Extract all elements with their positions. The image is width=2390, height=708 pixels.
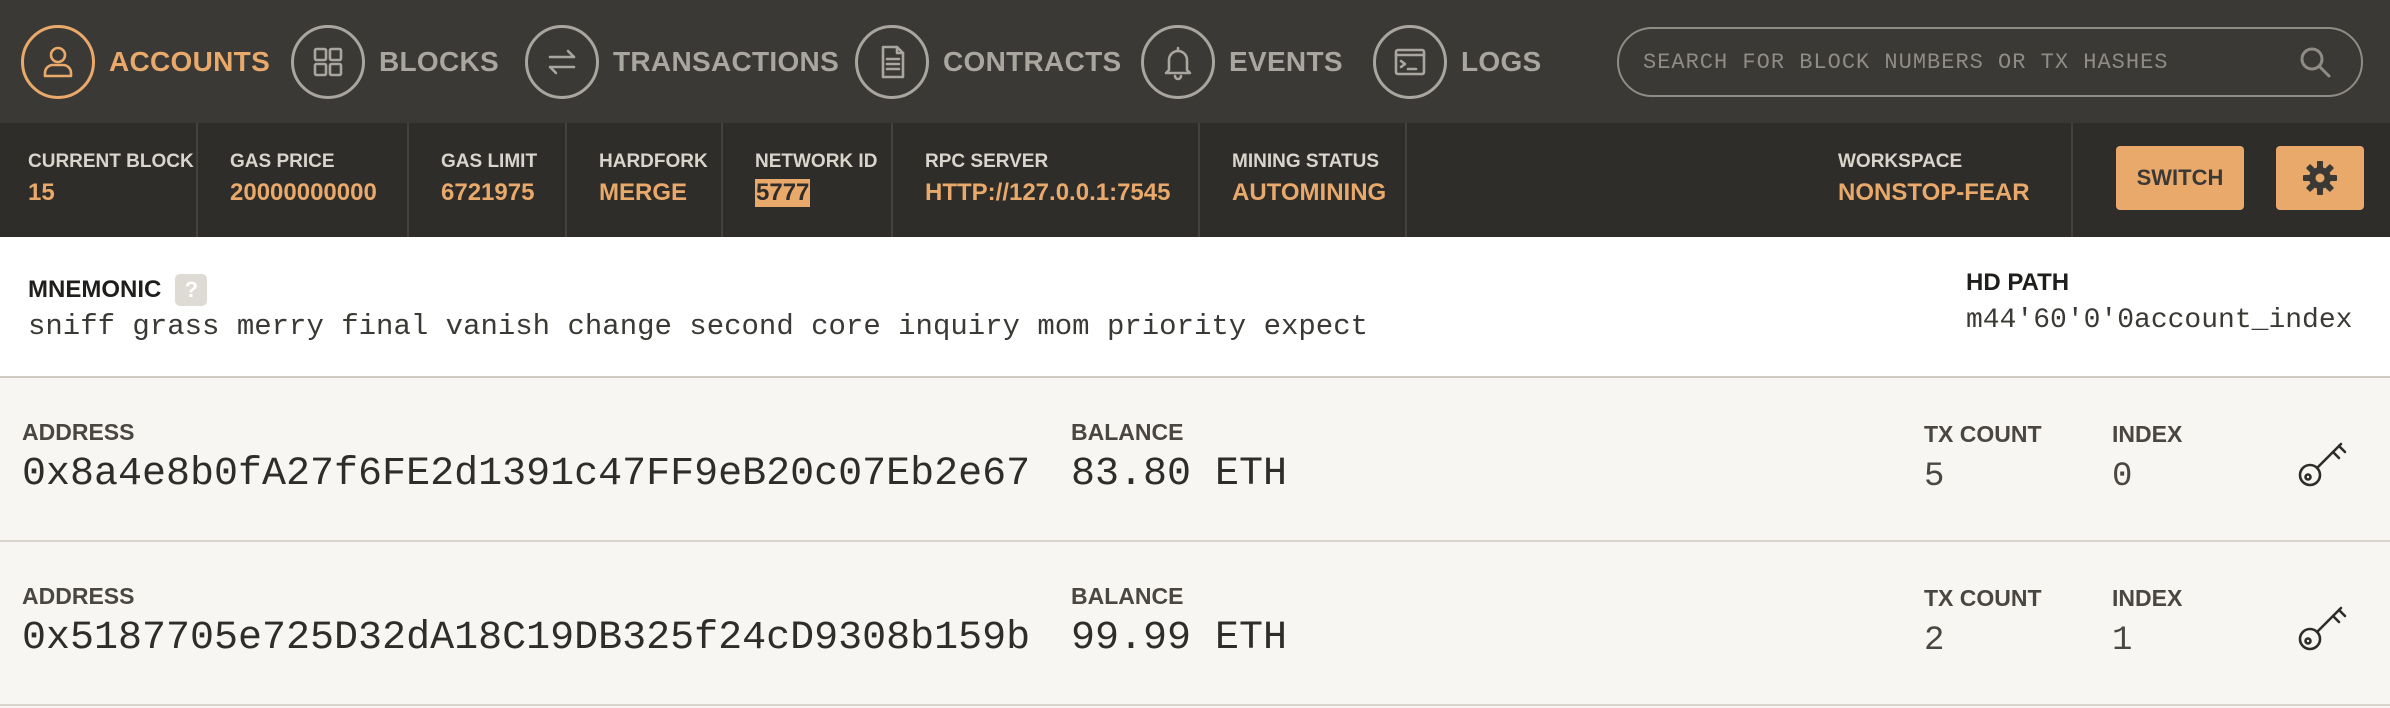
mnemonic-label: MNEMONIC bbox=[28, 276, 162, 303]
account-row[interactable]: ADDRESS 0x8a4e8b0fA27f6FE2d1391c47FF9eB2… bbox=[0, 378, 2390, 542]
gas-price-label: GAS PRICE bbox=[230, 151, 335, 172]
mining-status-stat: MINING STATUS AUTOMINING bbox=[1200, 123, 1407, 237]
switch-workspace-button[interactable]: SWITCH bbox=[2116, 146, 2244, 210]
search-input[interactable] bbox=[1643, 49, 2297, 75]
grid-icon bbox=[291, 25, 365, 99]
network-id-value: 5777 bbox=[755, 179, 811, 207]
network-id-stat: NETWORK ID 5777 bbox=[723, 123, 893, 237]
rpc-server-label: RPC SERVER bbox=[925, 151, 1049, 172]
workspace-label: WORKSPACE bbox=[1838, 151, 1963, 172]
workspace-value: NONSTOP-FEAR bbox=[1838, 179, 2030, 206]
search-icon[interactable] bbox=[2297, 44, 2333, 80]
gas-price-stat: GAS PRICE 20000000000 bbox=[198, 123, 409, 237]
nav-logs-label: LOGS bbox=[1461, 46, 1542, 77]
address-label: ADDRESS bbox=[22, 583, 135, 609]
status-bar: CURRENT BLOCK 15 GAS PRICE 20000000000 G… bbox=[0, 123, 2390, 237]
mnemonic-heading: MNEMONIC ? bbox=[28, 274, 208, 306]
index-label: INDEX bbox=[2112, 421, 2183, 447]
gas-limit-label: GAS LIMIT bbox=[441, 151, 538, 172]
tx-count-label: TX COUNT bbox=[1924, 421, 2042, 447]
nav-transactions-label: TRANSACTIONS bbox=[613, 46, 840, 77]
hardfork-stat: HARDFORK MERGE bbox=[567, 123, 723, 237]
nav-blocks-label: BLOCKS bbox=[379, 46, 500, 77]
mining-status-label: MINING STATUS bbox=[1232, 151, 1380, 172]
key-icon bbox=[2298, 442, 2347, 487]
mnemonic-words: sniff grass merry final vanish change se… bbox=[28, 310, 1369, 343]
tx-count-value: 5 bbox=[1924, 458, 1945, 496]
address-label: ADDRESS bbox=[22, 419, 135, 445]
nav-transactions[interactable]: TRANSACTIONS bbox=[525, 25, 839, 99]
gear-icon bbox=[2303, 161, 2337, 195]
network-id-label: NETWORK ID bbox=[755, 151, 878, 172]
current-block-label: CURRENT BLOCK bbox=[28, 151, 194, 172]
nav-contracts[interactable]: CONTRACTS bbox=[855, 25, 1121, 99]
show-keys-button[interactable] bbox=[2295, 594, 2355, 654]
nav-events[interactable]: EVENTS bbox=[1141, 25, 1343, 99]
account-balance: 83.80 ETH bbox=[1071, 452, 1288, 497]
bell-icon bbox=[1141, 25, 1215, 99]
rpc-server-stat: RPC SERVER HTTP://127.0.0.1:7545 bbox=[893, 123, 1200, 237]
nav-contracts-label: CONTRACTS bbox=[943, 46, 1122, 77]
mining-status-value: AUTOMINING bbox=[1232, 179, 1387, 206]
nav-blocks[interactable]: BLOCKS bbox=[291, 25, 499, 99]
document-icon bbox=[855, 25, 929, 99]
nav-logs[interactable]: LOGS bbox=[1373, 25, 1542, 99]
index-value: 1 bbox=[2112, 622, 2133, 660]
mnemonic-panel: MNEMONIC ? sniff grass merry final vanis… bbox=[0, 237, 2390, 378]
account-balance: 99.99 ETH bbox=[1071, 616, 1288, 661]
hardfork-label: HARDFORK bbox=[599, 151, 708, 172]
terminal-icon bbox=[1373, 25, 1447, 99]
index-label: INDEX bbox=[2112, 585, 2183, 611]
hd-path-value: m44'60'0'0account_index bbox=[1966, 305, 2353, 336]
hd-path-label: HD PATH bbox=[1966, 269, 2070, 296]
nav-accounts[interactable]: ACCOUNTS bbox=[21, 25, 270, 99]
workspace-stat: WORKSPACE NONSTOP-FEAR bbox=[1808, 123, 2073, 237]
current-block-stat: CURRENT BLOCK 15 bbox=[0, 123, 198, 237]
tx-count-value: 2 bbox=[1924, 622, 1945, 660]
show-keys-button[interactable] bbox=[2295, 430, 2355, 490]
swap-arrows-icon bbox=[525, 25, 599, 99]
account-row[interactable]: ADDRESS 0x5187705e725D32dA18C19DB325f24c… bbox=[0, 542, 2390, 706]
gas-price-value: 20000000000 bbox=[230, 179, 377, 206]
settings-button[interactable] bbox=[2276, 146, 2364, 210]
balance-label: BALANCE bbox=[1071, 583, 1184, 609]
nav-events-label: EVENTS bbox=[1229, 46, 1343, 77]
current-block-value: 15 bbox=[28, 179, 55, 206]
help-icon[interactable]: ? bbox=[175, 274, 208, 306]
key-icon bbox=[2298, 606, 2347, 651]
search-bar bbox=[1617, 27, 2363, 97]
index-value: 0 bbox=[2112, 458, 2133, 496]
gas-limit-stat: GAS LIMIT 6721975 bbox=[409, 123, 567, 237]
top-navigation: ACCOUNTS BLOCKS TRANSACTIONS CONTRACTS E… bbox=[0, 0, 2390, 123]
tx-count-label: TX COUNT bbox=[1924, 585, 2042, 611]
rpc-server-value: HTTP://127.0.0.1:7545 bbox=[925, 179, 1171, 206]
account-address: 0x5187705e725D32dA18C19DB325f24cD9308b15… bbox=[22, 616, 1031, 661]
gas-limit-value: 6721975 bbox=[441, 179, 535, 206]
hardfork-value: MERGE bbox=[599, 179, 688, 206]
nav-accounts-label: ACCOUNTS bbox=[109, 46, 271, 77]
person-icon bbox=[21, 25, 95, 99]
balance-label: BALANCE bbox=[1071, 419, 1184, 445]
account-address: 0x8a4e8b0fA27f6FE2d1391c47FF9eB20c07Eb2e… bbox=[22, 452, 1031, 497]
